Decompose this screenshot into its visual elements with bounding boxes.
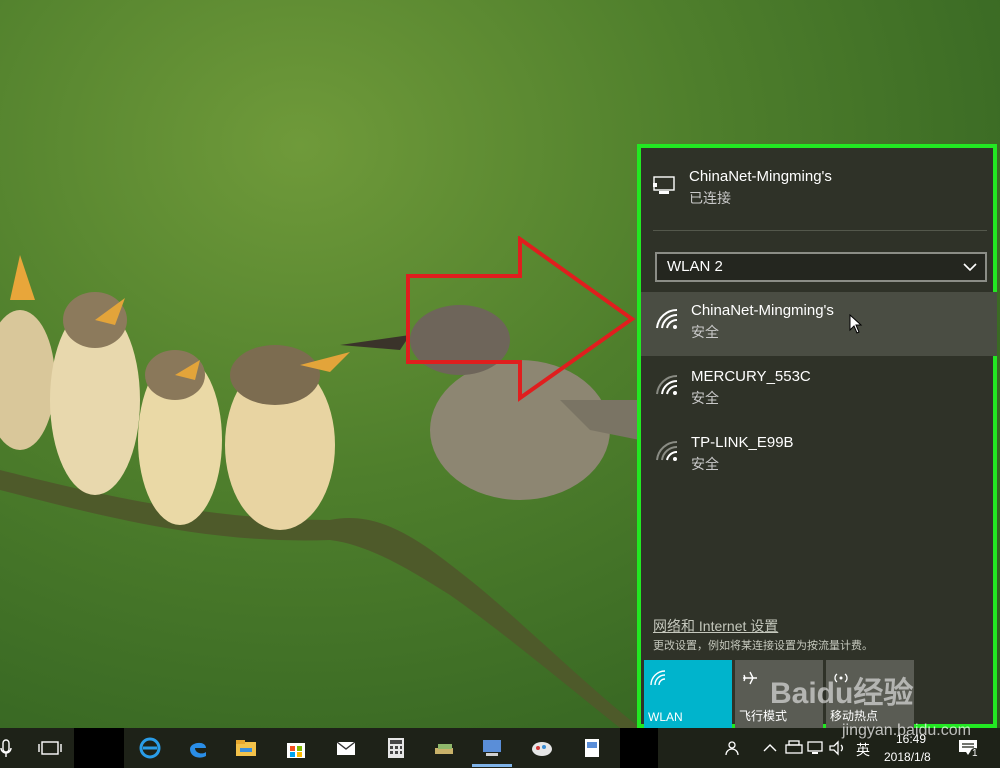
network-security: 安全 bbox=[691, 390, 719, 406]
microphone-icon[interactable] bbox=[0, 728, 14, 768]
internet-explorer-icon[interactable] bbox=[138, 736, 162, 760]
mail-icon[interactable] bbox=[334, 736, 358, 760]
calculator-icon[interactable] bbox=[384, 736, 408, 760]
divider bbox=[653, 230, 987, 231]
active-app-indicator bbox=[472, 764, 512, 767]
network-security: 安全 bbox=[691, 324, 719, 340]
network-item[interactable]: TP-LINK_E99B 安全 bbox=[641, 424, 997, 488]
ime-indicator[interactable]: 英 bbox=[856, 740, 870, 760]
wifi-signal-icon bbox=[656, 374, 678, 395]
store-icon[interactable] bbox=[284, 736, 308, 760]
wifi-signal-icon bbox=[656, 440, 678, 461]
desktop-wallpaper: ChinaNet-Mingming's 已连接 WLAN 2 ChinaNet-… bbox=[0, 0, 1000, 728]
network-ssid: ChinaNet-Mingming's bbox=[691, 302, 834, 319]
taskbar-app-blank[interactable] bbox=[620, 728, 658, 768]
baidu-watermark-url: jingyan.baidu.com bbox=[842, 722, 971, 739]
network-ssid: TP-LINK_E99B bbox=[691, 434, 794, 451]
mouse-cursor-icon bbox=[849, 314, 863, 334]
wifi-signal-icon bbox=[656, 308, 678, 329]
wlan-toggle-tile[interactable]: WLAN bbox=[644, 660, 732, 728]
app-document-icon[interactable] bbox=[580, 736, 604, 760]
wlan-tile-label: WLAN bbox=[648, 710, 683, 724]
chevron-up-icon[interactable] bbox=[758, 736, 782, 760]
adapter-dropdown-value: WLAN 2 bbox=[667, 258, 723, 275]
connected-network-name: ChinaNet-Mingming's bbox=[689, 168, 832, 185]
printer-icon[interactable] bbox=[782, 736, 806, 760]
clock-date[interactable]: 2018/1/8 bbox=[884, 750, 931, 764]
network-settings-link[interactable]: 网络和 Internet 设置 bbox=[653, 616, 778, 636]
wifi-icon bbox=[650, 670, 666, 686]
people-icon[interactable] bbox=[722, 736, 746, 760]
network-item[interactable]: MERCURY_553C 安全 bbox=[641, 358, 997, 422]
connected-network[interactable]: ChinaNet-Mingming's 已连接 bbox=[653, 166, 983, 226]
app-computer-icon[interactable] bbox=[480, 736, 504, 760]
airplane-icon bbox=[743, 671, 757, 685]
notification-count: 1 bbox=[970, 748, 980, 759]
network-tray-icon[interactable] bbox=[804, 736, 828, 760]
file-explorer-icon[interactable] bbox=[234, 736, 258, 760]
taskbar-app-blank[interactable] bbox=[74, 728, 124, 768]
taskbar: 英 16:49 2018/1/8 1 jingyan.baidu.com bbox=[0, 722, 1000, 768]
task-view-icon[interactable] bbox=[36, 728, 64, 768]
network-item[interactable]: ChinaNet-Mingming's 安全 bbox=[641, 292, 997, 356]
edge-browser-icon[interactable] bbox=[186, 736, 210, 760]
ethernet-monitor-icon bbox=[653, 176, 675, 194]
chevron-down-icon bbox=[963, 263, 977, 272]
adapter-dropdown[interactable]: WLAN 2 bbox=[655, 252, 987, 282]
network-ssid: MERCURY_553C bbox=[691, 368, 811, 385]
app-paint-icon[interactable] bbox=[530, 736, 554, 760]
network-settings-note: 更改设置，例如将某连接设置为按流量计费。 bbox=[653, 640, 873, 652]
network-flyout: ChinaNet-Mingming's 已连接 WLAN 2 ChinaNet-… bbox=[637, 144, 997, 728]
network-security: 安全 bbox=[691, 456, 719, 472]
baidu-watermark: Baidu经验 bbox=[770, 677, 914, 710]
red-arrow-annotation bbox=[406, 236, 636, 402]
connected-network-status: 已连接 bbox=[689, 190, 731, 206]
app-books-icon[interactable] bbox=[432, 736, 456, 760]
